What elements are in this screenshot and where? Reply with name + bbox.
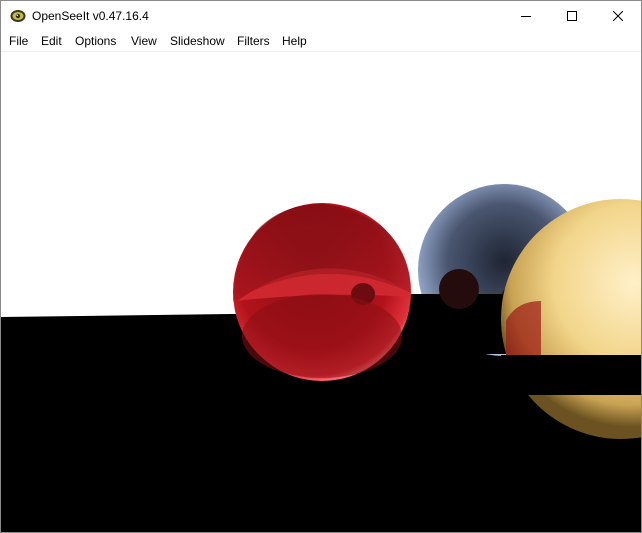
maximize-button[interactable] bbox=[549, 1, 595, 31]
menu-file[interactable]: File bbox=[9, 34, 28, 48]
app-window: OpenSeeIt v0.47.16.4 File Edit Options V… bbox=[0, 0, 642, 533]
minimize-icon bbox=[521, 16, 531, 17]
menu-help[interactable]: Help bbox=[282, 34, 307, 48]
maximize-icon bbox=[567, 11, 577, 21]
minimize-button[interactable] bbox=[503, 1, 549, 31]
close-button[interactable] bbox=[595, 1, 641, 31]
menu-bar: File Edit Options View Slideshow Filters… bbox=[1, 31, 641, 52]
red-sphere bbox=[233, 203, 411, 381]
title-bar[interactable]: OpenSeeIt v0.47.16.4 bbox=[1, 1, 641, 31]
image-viewport[interactable] bbox=[1, 52, 641, 532]
openseeit-app-icon bbox=[10, 10, 26, 22]
close-icon bbox=[613, 11, 623, 21]
window-title: OpenSeeIt v0.47.16.4 bbox=[32, 9, 149, 23]
displayed-image bbox=[1, 52, 641, 532]
menu-view[interactable]: View bbox=[131, 34, 157, 48]
menu-slideshow[interactable]: Slideshow bbox=[170, 34, 225, 48]
menu-filters[interactable]: Filters bbox=[237, 34, 270, 48]
menu-options[interactable]: Options bbox=[75, 34, 116, 48]
menu-edit[interactable]: Edit bbox=[41, 34, 62, 48]
